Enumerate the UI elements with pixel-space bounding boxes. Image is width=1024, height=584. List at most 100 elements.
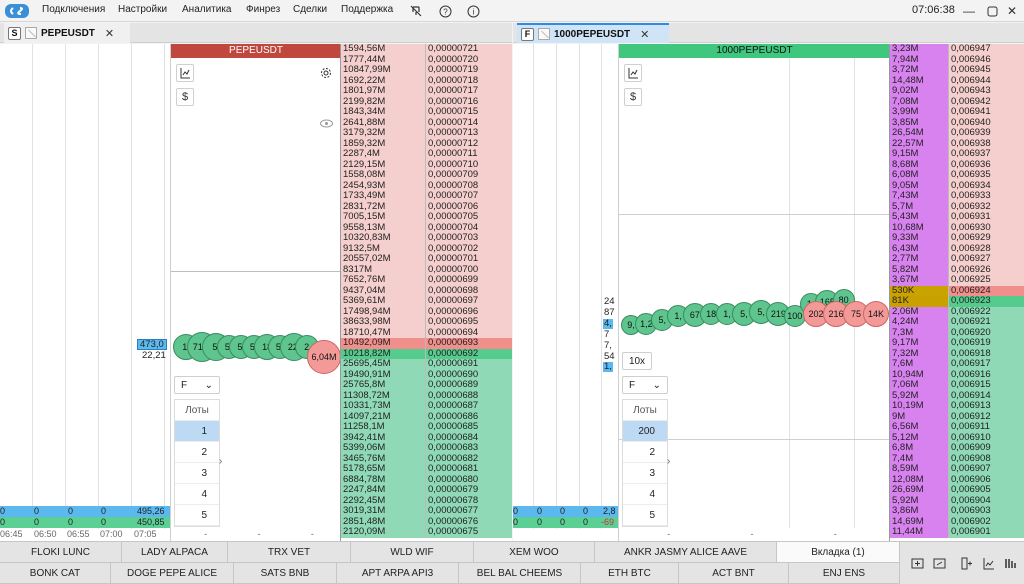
order-book-row[interactable]: 20557,02M 0,00000701 [341, 253, 512, 265]
workspace-tab[interactable]: LADY ALPACA [122, 542, 228, 563]
menu-connections[interactable]: Подключения [42, 4, 105, 15]
order-book-row[interactable]: 3,99M 0,006941 [890, 106, 1024, 118]
cluster-chart[interactable]: 1000PEPEUSDT $ 9, 1,2 5, 1, 67 18 1, 5, 5, 219 100… [618, 44, 890, 541]
menu-analytics[interactable]: Аналитика [182, 4, 232, 15]
order-book-row[interactable]: 7,6M 0,006917 [890, 358, 1024, 370]
order-book-row[interactable]: 9,17M 0,006919 [890, 337, 1024, 349]
order-book-row[interactable]: 6,08M 0,006935 [890, 169, 1024, 181]
chevron-right-icon[interactable]: › [219, 456, 222, 467]
workspace-tab[interactable]: Вкладка (1) [777, 542, 900, 563]
leverage-button[interactable]: 10x [622, 352, 652, 370]
order-book-row[interactable]: 3,72M 0,006945 [890, 64, 1024, 76]
order-book-row[interactable]: 11258,1M 0,00000685 [341, 421, 512, 433]
order-book-row[interactable]: 26,69M 0,006905 [890, 484, 1024, 496]
order-book-row[interactable]: 2,77M 0,006927 [890, 253, 1024, 265]
order-book-row[interactable]: 10320,83M 0,00000703 [341, 232, 512, 244]
order-book-row[interactable]: 38633,98M 0,00000695 [341, 316, 512, 328]
close-icon[interactable]: ✕ [105, 27, 114, 40]
order-book-row[interactable]: 10492,09M 0,00000693 [341, 337, 512, 349]
workspace-tab[interactable]: SATS BNB [234, 563, 337, 584]
order-book-row[interactable]: 10847,99M 0,00000719 [341, 64, 512, 76]
workspace-tab[interactable]: ENJ ENS [789, 563, 900, 584]
minimize-icon[interactable]: — [961, 3, 977, 19]
order-book-row[interactable]: 10331,73M 0,00000687 [341, 400, 512, 412]
order-book-row[interactable]: 9,02M 0,006943 [890, 85, 1024, 97]
order-book-row[interactable]: 1558,08M 0,00000709 [341, 169, 512, 181]
dollar-icon[interactable]: $ [624, 88, 642, 106]
order-book-row[interactable]: 6,56M 0,006911 [890, 421, 1024, 433]
order-book-row[interactable]: 2247,84M 0,00000679 [341, 484, 512, 496]
tab-pepeusdt[interactable]: S PEPEUSDT ✕ [4, 23, 130, 43]
workspace-tab[interactable]: APT ARPA API3 [337, 563, 459, 584]
chevron-right-icon[interactable]: › [667, 456, 670, 467]
help-icon[interactable]: ? [437, 3, 453, 19]
info-icon[interactable]: i [465, 3, 481, 19]
order-book-row[interactable]: 26,54M 0,006939 [890, 127, 1024, 139]
workspace-tab[interactable]: FLOKI LUNC [0, 542, 122, 563]
chart-settings-icon[interactable] [624, 64, 642, 82]
menu-settings[interactable]: Настройки [118, 4, 167, 15]
order-book-row[interactable]: 1843,34M 0,00000715 [341, 106, 512, 118]
order-book[interactable]: 1594,56M 0,00000721 1777,44M 0,00000720 1084… [340, 44, 512, 541]
order-book-row[interactable]: 7652,76M 0,00000699 [341, 274, 512, 286]
order-book-row[interactable]: 5,43M 0,006931 [890, 211, 1024, 223]
order-book-row[interactable]: 9,33M 0,006929 [890, 232, 1024, 244]
menu-support[interactable]: Поддержка [341, 4, 393, 15]
order-book-row[interactable]: 3019,31M 0,00000677 [341, 505, 512, 517]
workspace-tab[interactable]: ETH BTC [581, 563, 679, 584]
lot-option[interactable]: 2 [623, 442, 667, 463]
lot-option[interactable]: 3 [623, 463, 667, 484]
workspace-tab[interactable]: ANKR JASMY ALICE AAVE [595, 542, 777, 563]
add-panel-icon[interactable] [908, 554, 926, 572]
order-book-row[interactable]: 2287,4M 0,00000711 [341, 148, 512, 160]
order-book-row[interactable]: 3,67M 0,006925 [890, 274, 1024, 286]
workspace-tab[interactable]: TRX VET [228, 542, 351, 563]
eye-icon[interactable] [317, 114, 335, 132]
order-book-row[interactable]: 9,15M 0,006937 [890, 148, 1024, 160]
order-book-row[interactable]: 7005,15M 0,00000705 [341, 211, 512, 223]
columns-icon[interactable] [1001, 554, 1019, 572]
order-book-row[interactable]: 81K 0,006923 [890, 295, 1024, 307]
order-book-row[interactable]: 5399,06M 0,00000683 [341, 442, 512, 454]
order-book-row[interactable]: 7,43M 0,006933 [890, 190, 1024, 202]
workspace-tab[interactable]: BEL BAL CHEEMS [459, 563, 581, 584]
lot-option[interactable]: 1 [175, 421, 219, 442]
order-book-row[interactable]: 3,86M 0,006903 [890, 505, 1024, 517]
chart-settings-icon[interactable] [176, 64, 194, 82]
add-column-icon[interactable] [957, 554, 975, 572]
workspace-tab[interactable]: ACT BNT [679, 563, 789, 584]
order-book-row[interactable]: 11,44M 0,006901 [890, 526, 1024, 538]
menu-finrez[interactable]: Финрез [246, 4, 280, 15]
lot-option[interactable]: 5 [175, 505, 219, 526]
lot-option[interactable]: 200 [623, 421, 667, 442]
order-book-row[interactable]: 8,59M 0,006907 [890, 463, 1024, 475]
order-book-row[interactable]: 3179,32M 0,00000713 [341, 127, 512, 139]
order-book-row[interactable]: 4,24M 0,006921 [890, 316, 1024, 328]
link-icon[interactable] [930, 554, 948, 572]
lot-option[interactable]: 4 [623, 484, 667, 505]
order-book-row[interactable]: 1594,56M 0,00000721 [341, 44, 512, 55]
order-book-row[interactable]: 7,06M 0,006915 [890, 379, 1024, 391]
mode-select[interactable]: F ⌄ [174, 376, 220, 394]
order-book-row[interactable]: 5178,65M 0,00000681 [341, 463, 512, 475]
lot-option[interactable]: 4 [175, 484, 219, 505]
order-book-row[interactable]: 3,23M 0,006947 [890, 44, 1024, 55]
order-book-row[interactable]: 6,8M 0,006909 [890, 442, 1024, 454]
lot-option[interactable]: 2 [175, 442, 219, 463]
cluster-chart[interactable]: PEPEUSDT $ 1,71,85,5,5,5,185,22,2 6,04M … [170, 44, 341, 541]
chart-add-icon[interactable] [979, 554, 997, 572]
order-book-row[interactable]: 10,19M 0,006913 [890, 400, 1024, 412]
order-book-row[interactable]: 5369,61M 0,00000697 [341, 295, 512, 307]
workspace-tab[interactable]: BONK CAT [0, 563, 111, 584]
order-book-row[interactable]: 1733,49M 0,00000707 [341, 190, 512, 202]
order-book-row[interactable]: 2120,09M 0,00000675 [341, 526, 512, 538]
close-window-icon[interactable]: ✕ [1004, 3, 1020, 19]
dollar-icon[interactable]: $ [176, 88, 194, 106]
workspace-tab[interactable]: DOGE PEPE ALICE [111, 563, 234, 584]
tab-1000pepeusdt[interactable]: F 1000PEPEUSDT ✕ [517, 23, 669, 43]
maximize-icon[interactable] [984, 3, 1000, 19]
lot-option[interactable]: 3 [175, 463, 219, 484]
order-book-row[interactable]: 1801,97M 0,00000717 [341, 85, 512, 97]
workspace-tab[interactable]: XEM WOO [474, 542, 595, 563]
order-book[interactable]: 3,23M 0,006947 7,94M 0,006946 3,72M 0,006945 1… [889, 44, 1024, 541]
